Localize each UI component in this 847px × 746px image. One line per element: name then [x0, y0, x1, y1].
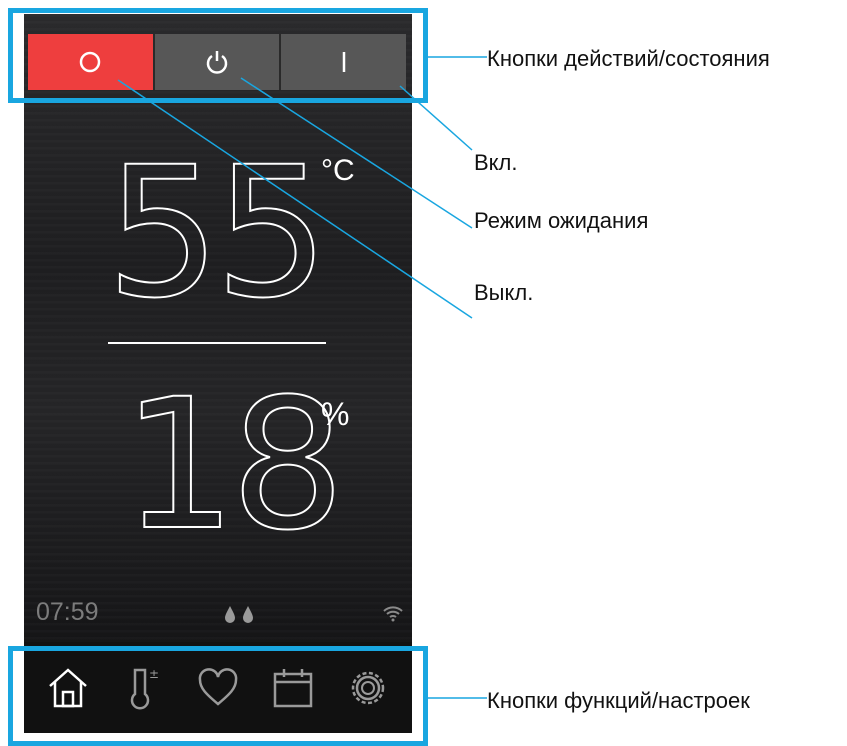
label-function-buttons: Кнопки функций/настроек: [487, 688, 750, 713]
label-off: Выкл.: [474, 280, 534, 305]
humidity-unit: %: [321, 396, 350, 432]
label-on: Вкл.: [474, 150, 518, 175]
temperature-unit: °C: [321, 154, 355, 187]
divider-line: [108, 342, 326, 344]
wifi-icon: [383, 606, 403, 622]
humidity-value: 18: [121, 361, 346, 570]
control-panel-screen: 55 °C 18 % 07:59 ±: [24, 14, 412, 733]
clock-time: 07:59: [36, 598, 99, 626]
label-standby: Режим ожидания: [474, 208, 649, 233]
action-buttons-highlight: [8, 8, 428, 103]
water-drops-icon: [225, 606, 253, 623]
label-action-buttons: Кнопки действий/состояния: [487, 46, 770, 71]
temperature-value: 55: [105, 129, 330, 338]
status-bar: 07:59: [36, 598, 403, 628]
function-buttons-highlight: [8, 646, 428, 746]
